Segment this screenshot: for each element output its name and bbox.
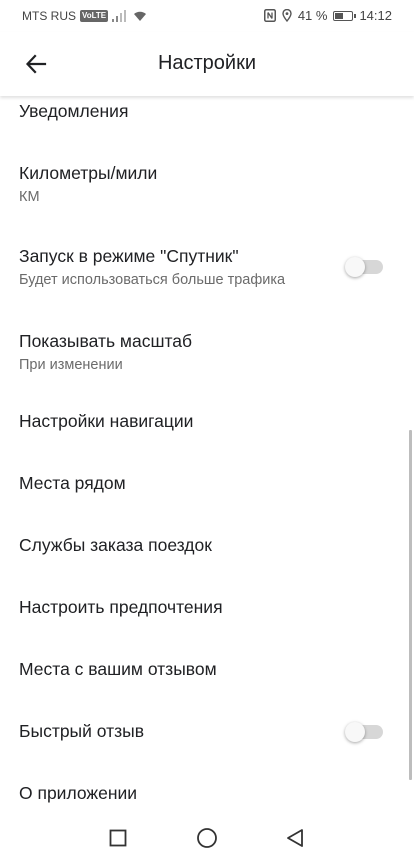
volte-badge: VoLTE [80, 10, 109, 22]
home-button[interactable] [195, 826, 219, 850]
status-bar: MTS RUS VoLTE 41 % 14:12 [0, 0, 414, 32]
settings-list: Уведомления Километры/мили КМ Запуск в р… [0, 96, 414, 816]
back-triangle-icon [287, 829, 303, 847]
nfc-icon [263, 9, 276, 22]
setting-nearby[interactable]: Места рядом [0, 453, 414, 515]
setting-title: Места рядом [19, 473, 126, 493]
setting-about[interactable]: О приложении [0, 763, 414, 816]
nav-back-button[interactable] [283, 826, 307, 850]
battery-percent: 41 % [297, 8, 328, 23]
setting-value: При изменении [19, 357, 123, 373]
setting-quick-review[interactable]: Быстрый отзыв [0, 701, 414, 763]
system-nav-bar [0, 816, 414, 860]
status-left: MTS RUS VoLTE [22, 9, 148, 23]
toggle-knob [345, 722, 365, 742]
setting-title: Места с вашим отзывом [19, 659, 217, 679]
setting-title: Быстрый отзыв [19, 721, 145, 741]
setting-satellite[interactable]: Запуск в режиме "Спутник" Будет использо… [0, 223, 414, 309]
home-icon [197, 828, 217, 848]
setting-reviewed[interactable]: Места с вашим отзывом [0, 639, 414, 701]
signal-icon [112, 10, 127, 22]
setting-title: О приложении [19, 783, 138, 803]
setting-units[interactable]: Километры/мили КМ [0, 141, 414, 223]
recent-apps-icon [109, 829, 127, 847]
wifi-icon [134, 11, 147, 21]
clock: 14:12 [359, 8, 392, 23]
location-icon [282, 9, 292, 22]
setting-rides[interactable]: Службы заказа поездок [0, 515, 414, 577]
satellite-toggle[interactable] [345, 257, 383, 277]
setting-title: Километры/мили [19, 163, 158, 183]
setting-title: Уведомления [19, 101, 129, 121]
setting-title: Настроить предпочтения [19, 597, 223, 617]
setting-preferences[interactable]: Настроить предпочтения [0, 577, 414, 639]
setting-title: Показывать масштаб [19, 331, 193, 351]
scrollbar[interactable] [409, 430, 412, 780]
setting-scale[interactable]: Показывать масштаб При изменении [0, 309, 414, 391]
setting-title: Запуск в режиме "Спутник" [19, 246, 239, 266]
setting-subtitle: Будет использоваться больше трафика [19, 272, 286, 288]
app-bar: Настройки [0, 32, 414, 96]
carrier-label: MTS RUS [22, 9, 76, 23]
battery-icon [333, 10, 357, 21]
setting-value: КМ [19, 189, 40, 205]
quick-review-toggle[interactable] [345, 722, 383, 742]
recent-apps-button[interactable] [106, 826, 130, 850]
status-right: 41 % 14:12 [263, 8, 392, 23]
setting-title: Настройки навигации [19, 411, 194, 431]
page-title: Настройки [157, 52, 257, 74]
setting-title: Службы заказа поездок [19, 535, 212, 555]
setting-notifications[interactable]: Уведомления [0, 96, 414, 141]
setting-navigation[interactable]: Настройки навигации [0, 391, 414, 453]
battery-fill [335, 12, 343, 19]
toggle-knob [345, 257, 365, 277]
